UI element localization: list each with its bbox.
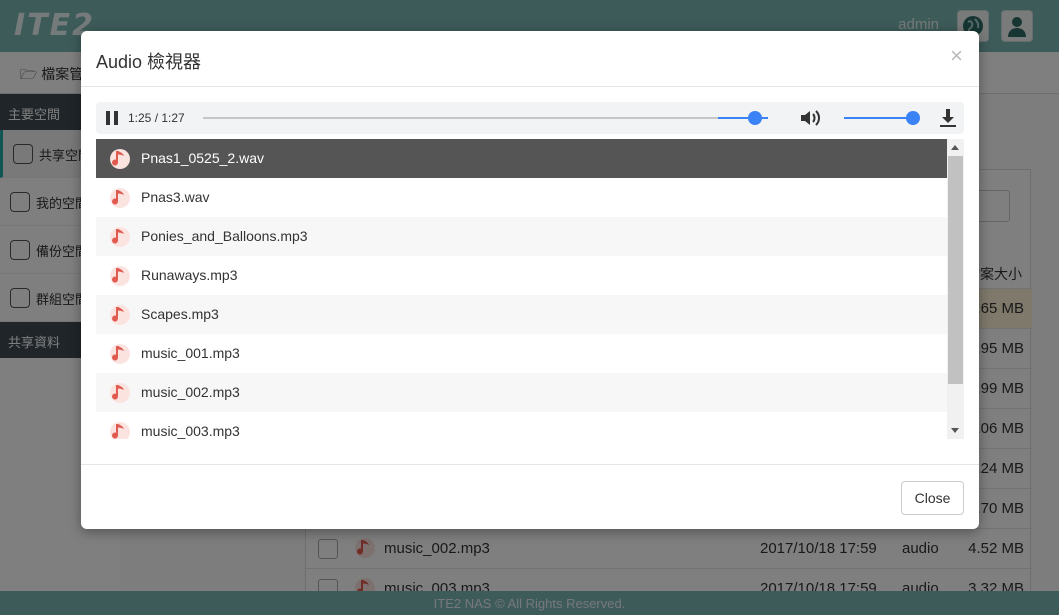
close-button[interactable]: Close	[901, 481, 964, 515]
playlist-item-name: Pnas1_0525_2.wav	[141, 150, 264, 166]
download-icon[interactable]	[939, 108, 957, 128]
volume-handle[interactable]	[906, 111, 920, 125]
music-note-icon	[109, 265, 131, 287]
close-icon[interactable]: ×	[950, 45, 963, 67]
playlist-item[interactable]: Runaways.mp3	[96, 256, 947, 295]
music-note-icon	[109, 148, 131, 170]
audio-viewer-modal: Audio 檢視器 × 1:25 / 1:27 Pnas1_0525_2.wav…	[81, 31, 979, 529]
pause-bar	[114, 111, 118, 125]
music-note-icon	[109, 343, 131, 365]
music-note-icon	[109, 421, 131, 439]
time-display: 1:25 / 1:27	[128, 111, 185, 125]
playlist-item[interactable]: Scapes.mp3	[96, 295, 947, 334]
modal-header: Audio 檢視器 ×	[81, 31, 979, 87]
audio-player: 1:25 / 1:27	[96, 102, 964, 134]
playlist-item-name: music_003.mp3	[141, 423, 240, 439]
playlist-item-name: Runaways.mp3	[141, 267, 238, 283]
scroll-down-icon[interactable]	[951, 428, 959, 433]
playlist: Pnas1_0525_2.wav Pnas3.wav Ponies_and_Ball…	[96, 139, 964, 439]
playlist-scrollbar[interactable]	[947, 139, 964, 439]
music-note-icon	[109, 304, 131, 326]
playlist-item[interactable]: music_001.mp3	[96, 334, 947, 373]
music-note-icon	[109, 187, 131, 209]
playlist-item-name: music_001.mp3	[141, 345, 240, 361]
seek-handle[interactable]	[748, 111, 762, 125]
modal-title: Audio 檢視器	[96, 52, 202, 72]
music-note-icon	[109, 226, 131, 248]
playlist-item[interactable]: Ponies_and_Balloons.mp3	[96, 217, 947, 256]
playlist-item[interactable]: Pnas1_0525_2.wav	[96, 139, 947, 178]
modal-footer: Close	[81, 464, 979, 529]
seek-slider[interactable]	[203, 111, 768, 125]
volume-slider[interactable]	[844, 111, 920, 125]
playlist-item[interactable]: Pnas3.wav	[96, 178, 947, 217]
playlist-item-name: music_002.mp3	[141, 384, 240, 400]
playlist-item[interactable]: music_003.mp3	[96, 412, 947, 439]
scrollbar-thumb[interactable]	[948, 156, 963, 384]
playlist-item-name: Scapes.mp3	[141, 306, 219, 322]
pause-button[interactable]	[105, 111, 119, 125]
playlist-item[interactable]: music_002.mp3	[96, 373, 947, 412]
pause-bar	[106, 111, 110, 125]
playlist-item-name: Ponies_and_Balloons.mp3	[141, 228, 308, 244]
music-note-icon	[109, 382, 131, 404]
scroll-up-icon[interactable]	[951, 145, 959, 150]
playlist-item-name: Pnas3.wav	[141, 189, 210, 205]
volume-icon[interactable]	[799, 108, 821, 128]
